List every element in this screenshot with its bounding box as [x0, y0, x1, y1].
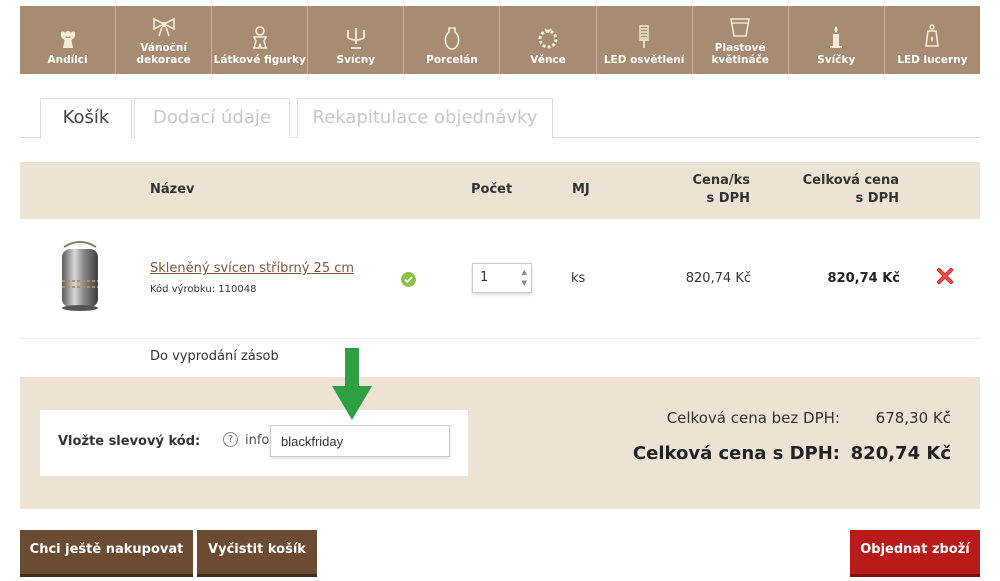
- category-label: Svíčky: [817, 54, 856, 66]
- total-with-vat-label: Celková cena s DPH:: [632, 443, 840, 464]
- info-link[interactable]: info: [245, 433, 269, 448]
- product-code: Kód výrobku: 110048: [150, 284, 257, 295]
- clear-cart-button[interactable]: Vyčistit košík: [197, 530, 317, 574]
- category-label: Plastové květináče: [711, 42, 769, 66]
- category-plastove-kvetinace[interactable]: Plastové květináče: [693, 6, 789, 74]
- category-led-lucerny[interactable]: LED lucerny: [885, 6, 980, 74]
- led-bulb-icon: [639, 25, 649, 48]
- product-unit: ks: [571, 271, 586, 286]
- category-label: LED lucerny: [897, 54, 968, 66]
- availability-note: Do vyprodání zásob: [150, 349, 279, 364]
- category-label: Vánoční dekorace: [136, 42, 191, 66]
- voucher-label: Vložte slevový kód:: [58, 434, 201, 449]
- header-name: Název: [150, 182, 195, 197]
- quantity-value: 1: [480, 270, 489, 285]
- header-total-1: Celková cena: [802, 173, 899, 188]
- header-unit-price-2: s DPH: [706, 191, 750, 206]
- total-with-vat-value: 820,74 Kč: [850, 443, 951, 464]
- category-led-osvetleni[interactable]: LED osvětlení: [597, 6, 693, 74]
- wreath-icon: [538, 28, 558, 49]
- tab-rekapitulace[interactable]: Rekapitulace objednávky: [297, 98, 553, 138]
- product-unit-price: 820,74 Kč: [685, 271, 751, 286]
- category-label: LED osvětlení: [603, 54, 685, 66]
- place-order-button[interactable]: Objednat zboží: [850, 530, 980, 574]
- annotation-arrow-icon: [332, 348, 372, 420]
- continue-shopping-button[interactable]: Chci ještě nakupovat: [20, 530, 193, 574]
- total-without-vat-label: Celková cena bez DPH:: [666, 409, 840, 427]
- header-unit-price-1: Cena/ks: [692, 173, 750, 188]
- category-vanocni-dekorace[interactable]: Vánoční dekorace: [116, 6, 213, 74]
- product-name-link[interactable]: Skleněný svícen stříbrný 25 cm: [150, 261, 354, 276]
- stepper-arrows-icon[interactable]: ▲ ▼: [522, 267, 527, 289]
- header-unit: MJ: [572, 182, 590, 197]
- tab-kosik[interactable]: Košík: [40, 98, 132, 139]
- quantity-stepper[interactable]: 1 ▲ ▼: [472, 263, 532, 293]
- category-svicny[interactable]: Svícny: [308, 6, 405, 74]
- category-nav: Andílci Vánoční dekorace Látkové figurky…: [20, 6, 980, 74]
- category-label: Andílci: [47, 54, 88, 66]
- voucher-box: Vložte slevový kód: ? info: [40, 410, 468, 476]
- header-qty: Počet: [471, 182, 513, 197]
- remove-item-icon[interactable]: [936, 267, 954, 285]
- product-total-price: 820,74 Kč: [827, 271, 900, 286]
- lantern-icon: [925, 24, 940, 47]
- flowerpot-icon: [730, 18, 751, 37]
- tab-dodaci-udaje[interactable]: Dodací údaje: [134, 98, 290, 138]
- category-andilci[interactable]: Andílci: [20, 6, 117, 74]
- candle-icon: [830, 26, 843, 48]
- cart-table-header: Název Počet MJ Cena/ks s DPH Celková cen…: [20, 162, 980, 219]
- category-label: Porcelán: [426, 54, 478, 66]
- total-without-vat-value: 678,30 Kč: [875, 409, 951, 427]
- info-icon[interactable]: ?: [223, 432, 238, 447]
- category-label: Látkové figurky: [213, 54, 306, 66]
- category-svicky[interactable]: Svíčky: [789, 6, 885, 74]
- category-label: Věnce: [530, 54, 566, 66]
- product-image[interactable]: [56, 241, 104, 313]
- cart-item-row: Skleněný svícen stříbrný 25 cm Kód výrob…: [20, 219, 980, 339]
- category-vence[interactable]: Věnce: [500, 6, 597, 74]
- category-latkove-figurky[interactable]: Látkové figurky: [212, 6, 309, 74]
- candelabra-icon: [346, 28, 365, 49]
- in-stock-check-icon: [401, 272, 416, 287]
- checkout-tabs: Košík Dodací údaje Rekapitulace objednáv…: [20, 98, 980, 139]
- cart-summary: Vložte slevový kód: ? info Celková cena …: [20, 377, 980, 509]
- bow-icon: [152, 17, 175, 37]
- vase-icon: [444, 27, 460, 50]
- category-porcelan[interactable]: Porcelán: [404, 6, 501, 74]
- voucher-code-input[interactable]: [270, 425, 450, 457]
- category-label: Svícny: [336, 54, 376, 66]
- header-total-2: s DPH: [855, 191, 899, 206]
- gingerbread-icon: [252, 26, 268, 49]
- angel-icon: [60, 31, 75, 48]
